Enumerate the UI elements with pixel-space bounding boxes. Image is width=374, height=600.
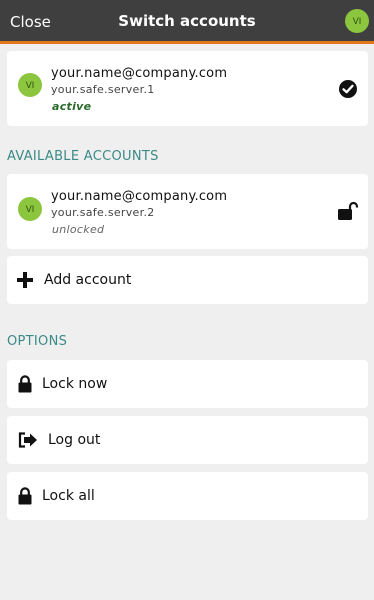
available-account-card[interactable]: VI your.name@company.com your.safe.serve… bbox=[7, 174, 368, 249]
plus-icon bbox=[17, 272, 33, 288]
avatar[interactable]: VI bbox=[345, 9, 369, 33]
check-circle-icon bbox=[339, 80, 357, 98]
lock-icon bbox=[18, 375, 32, 393]
account-email: your.name@company.com bbox=[51, 189, 228, 204]
lock-now-button[interactable]: Lock now bbox=[7, 360, 368, 408]
account-status: active bbox=[52, 100, 92, 113]
add-account-label: Add account bbox=[44, 272, 132, 288]
account-email: your.name@company.com bbox=[51, 66, 228, 81]
log-out-label: Log out bbox=[48, 432, 101, 448]
options-heading: OPTIONS bbox=[7, 334, 68, 349]
add-account-button[interactable]: Add account bbox=[7, 256, 368, 304]
available-accounts-heading: AVAILABLE ACCOUNTS bbox=[7, 149, 159, 164]
current-account-card[interactable]: VI your.name@company.com your.safe.serve… bbox=[7, 51, 368, 126]
logout-icon bbox=[18, 432, 37, 448]
log-out-button[interactable]: Log out bbox=[7, 416, 368, 464]
header-bar: Close Switch accounts VI bbox=[0, 0, 374, 44]
lock-icon bbox=[18, 487, 32, 505]
account-avatar: VI bbox=[18, 197, 42, 221]
account-server: your.safe.server.2 bbox=[51, 206, 155, 219]
unlock-icon bbox=[338, 201, 359, 220]
page-title: Switch accounts bbox=[118, 12, 256, 30]
account-server: your.safe.server.1 bbox=[51, 83, 155, 96]
lock-all-label: Lock all bbox=[42, 488, 95, 504]
lock-all-button[interactable]: Lock all bbox=[7, 472, 368, 520]
lock-now-label: Lock now bbox=[42, 376, 108, 392]
account-status: unlocked bbox=[52, 223, 105, 236]
account-avatar: VI bbox=[18, 73, 42, 97]
